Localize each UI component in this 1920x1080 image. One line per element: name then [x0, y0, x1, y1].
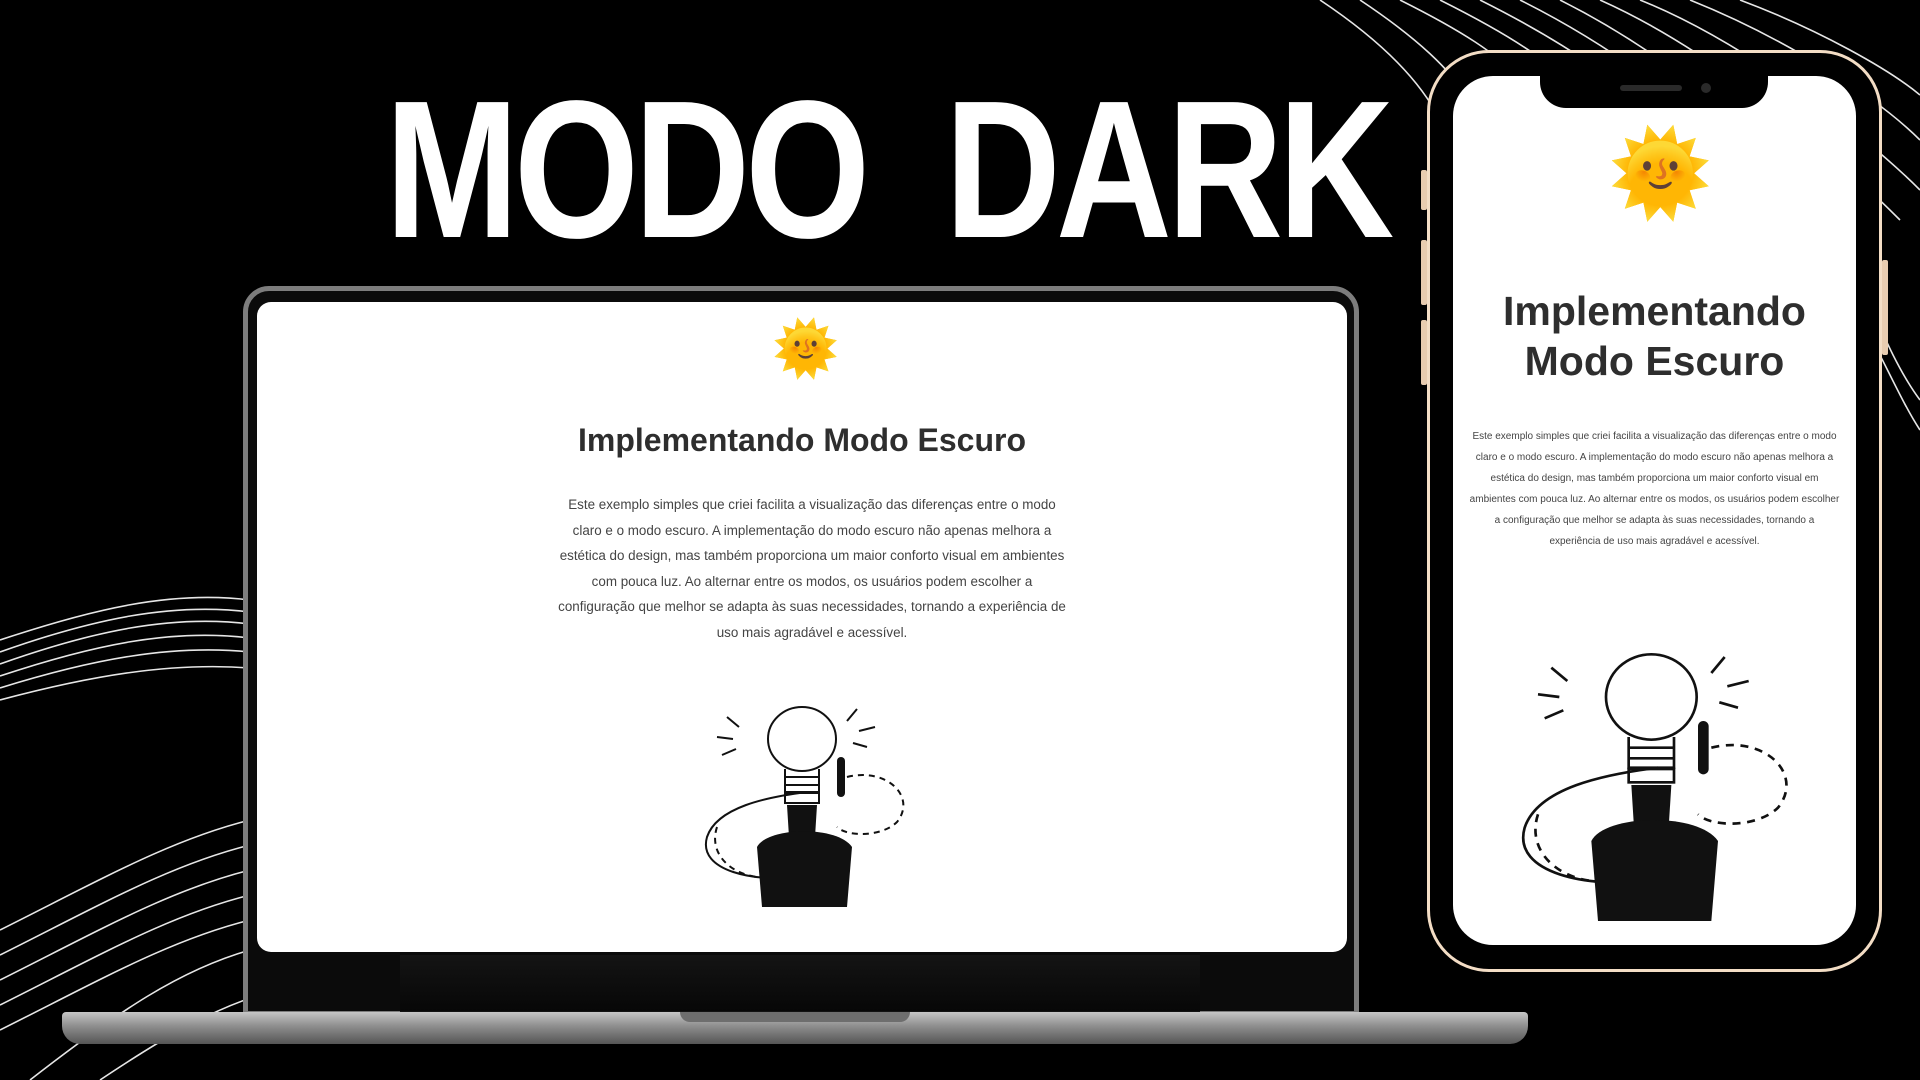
page-title-line-2: Modo Escuro: [1524, 338, 1785, 384]
page-title-line-1: Implementando: [1503, 288, 1806, 334]
phone-speaker: [1620, 85, 1682, 91]
page-description: Este exemplo simples que criei facilita …: [1469, 431, 1840, 547]
laptop-keyboard: [400, 955, 1200, 1017]
laptop-trackpad-notch: [680, 1012, 910, 1022]
lightbulb-person-illustration: [704, 706, 905, 907]
lightbulb-person-illustration: [1521, 653, 1788, 921]
sun-icon[interactable]: 🌞: [772, 322, 839, 382]
page-description: Este exemplo simples que criei facilita …: [558, 497, 1066, 640]
page-title: Implementando Modo Escuro: [577, 422, 1027, 458]
headline-title: MODO DARK: [385, 60, 1394, 279]
phone-screen: 🌞 Implementando Modo Escuro Este exemplo…: [1453, 76, 1856, 945]
laptop-screen: 🌞 Implementando Modo Escuro Este exemplo…: [257, 302, 1347, 952]
sun-icon[interactable]: 🌞: [1608, 126, 1713, 221]
phone-camera: [1701, 83, 1711, 93]
phone-power-button: [1882, 260, 1888, 355]
